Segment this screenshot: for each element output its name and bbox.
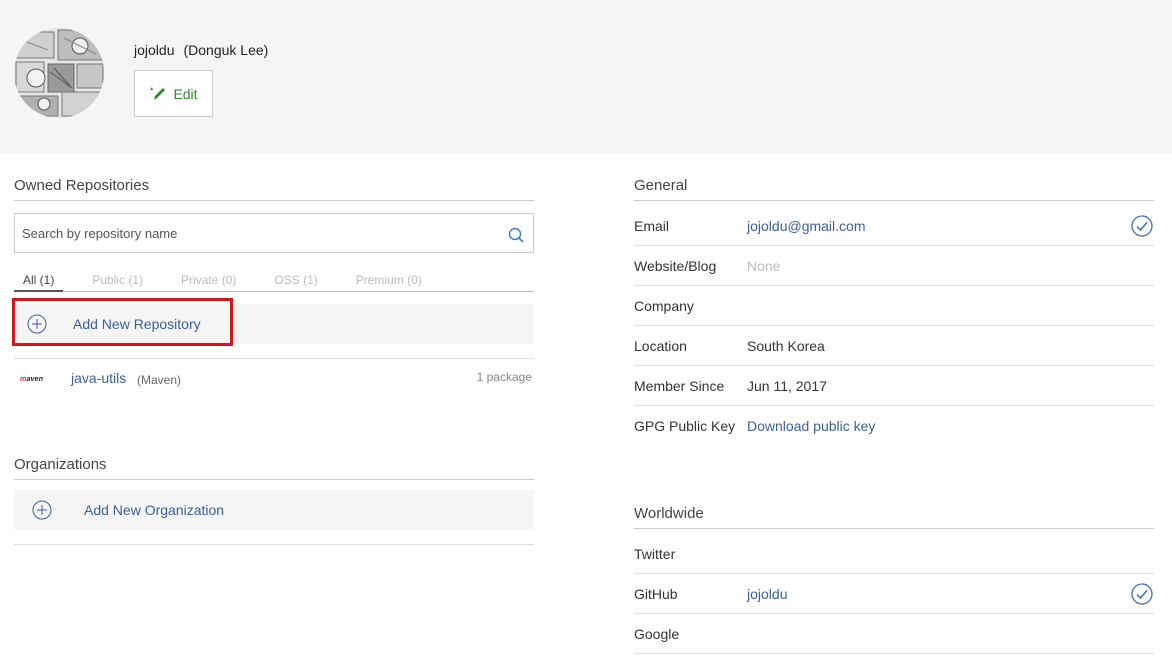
full-name: (Donguk Lee) xyxy=(183,42,269,58)
divider xyxy=(14,479,534,480)
verified-check-icon xyxy=(1131,215,1153,237)
divider xyxy=(14,200,534,201)
gpg-key-label: GPG Public Key xyxy=(634,418,736,434)
general-title: General xyxy=(634,177,688,194)
email-link[interactable]: jojoldu@gmail.com xyxy=(747,218,865,234)
add-new-organization-button[interactable]: Add New Organization xyxy=(14,490,534,530)
company-label: Company xyxy=(634,298,694,314)
repository-type: (Maven) xyxy=(137,373,182,387)
twitter-row: Twitter xyxy=(634,534,1154,574)
edit-label: Edit xyxy=(173,85,198,102)
member-since-label: Member Since xyxy=(634,378,725,394)
tab-premium[interactable]: Premium (0) xyxy=(347,273,431,291)
tab-public[interactable]: Public (1) xyxy=(83,273,152,291)
worldwide-title: Worldwide xyxy=(634,505,704,522)
github-label: GitHub xyxy=(634,586,678,602)
username-line: jojoldu (Donguk Lee) xyxy=(134,42,268,58)
plus-circle-icon xyxy=(27,314,47,334)
verified-check-icon xyxy=(1131,583,1153,605)
github-link[interactable]: jojoldu xyxy=(747,586,787,602)
member-since-row: Member Since Jun 11, 2017 xyxy=(634,366,1154,406)
company-row: Company xyxy=(634,286,1154,326)
repository-link[interactable]: java-utils xyxy=(71,370,126,386)
pencil-icon xyxy=(150,86,166,100)
repository-search-input[interactable] xyxy=(15,214,495,252)
location-value: South Korea xyxy=(747,338,825,354)
github-row: GitHub jojoldu xyxy=(634,574,1154,614)
google-row: Google xyxy=(634,614,1154,654)
add-new-repository-label: Add New Repository xyxy=(73,316,201,332)
tab-all[interactable]: All (1) xyxy=(14,273,64,292)
tab-private[interactable]: Private (0) xyxy=(172,273,245,291)
maven-logo: maven xyxy=(20,376,44,383)
username: jojoldu xyxy=(134,42,175,58)
download-public-key-link[interactable]: Download public key xyxy=(747,418,875,434)
plus-circle-icon xyxy=(32,500,52,520)
email-label: Email xyxy=(634,218,670,234)
edit-profile-button[interactable]: Edit xyxy=(134,70,213,117)
divider xyxy=(14,544,534,545)
profile-header: jojoldu (Donguk Lee) Edit xyxy=(0,0,1172,153)
google-label: Google xyxy=(634,626,680,642)
repository-tabs: All (1) Public (1) Private (0) OSS (1) P… xyxy=(14,273,534,292)
organizations-title: Organizations xyxy=(14,456,107,473)
tab-oss[interactable]: OSS (1) xyxy=(265,273,326,291)
search-icon[interactable] xyxy=(508,227,524,243)
list-item: maven java-utils (Maven) 1 package xyxy=(14,358,534,400)
repository-search xyxy=(14,213,534,253)
gpg-key-row: GPG Public Key Download public key xyxy=(634,406,1154,446)
owned-repositories-title: Owned Repositories xyxy=(14,177,150,194)
package-count: 1 package xyxy=(476,370,532,384)
avatar[interactable] xyxy=(14,28,104,118)
add-new-organization-label: Add New Organization xyxy=(84,502,225,518)
divider xyxy=(634,528,1154,529)
website-label: Website/Blog xyxy=(634,258,717,274)
location-label: Location xyxy=(634,338,687,354)
location-row: Location South Korea xyxy=(634,326,1154,366)
email-row: Email jojoldu@gmail.com xyxy=(634,206,1154,246)
add-new-repository-button[interactable]: Add New Repository xyxy=(14,304,534,344)
twitter-label: Twitter xyxy=(634,546,676,562)
divider xyxy=(634,200,1154,201)
website-value: None xyxy=(747,258,781,274)
website-row: Website/Blog None xyxy=(634,246,1154,286)
member-since-value: Jun 11, 2017 xyxy=(747,378,827,394)
